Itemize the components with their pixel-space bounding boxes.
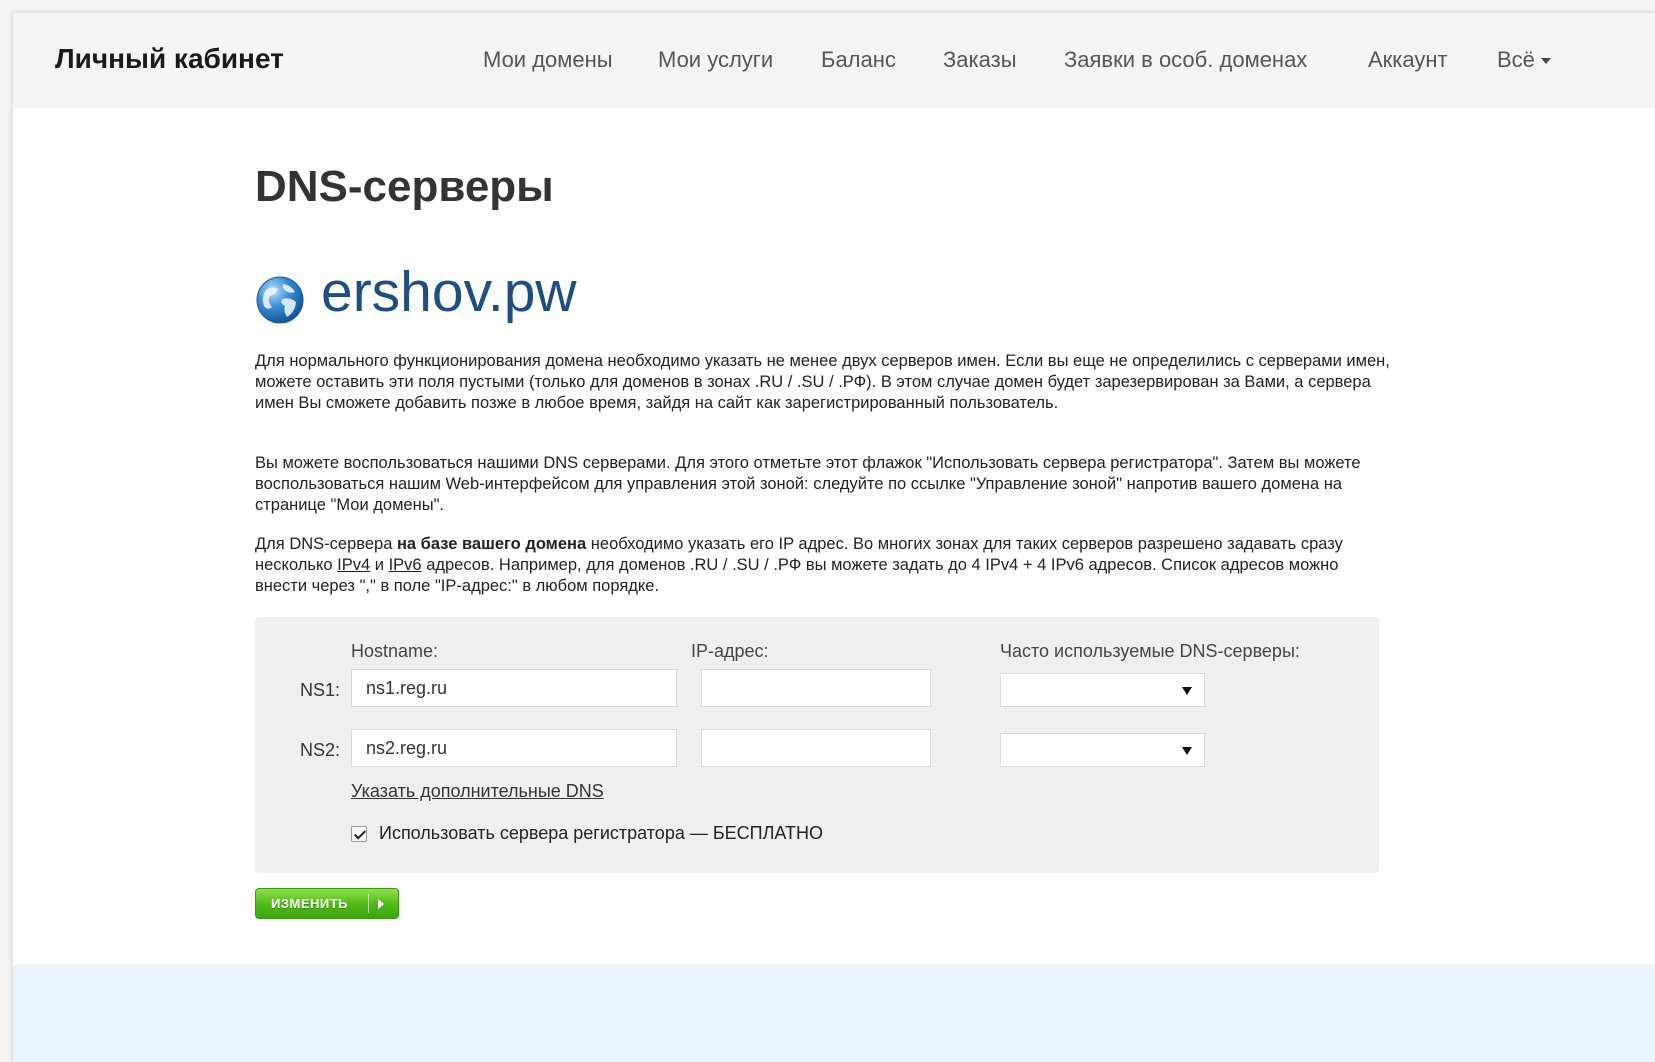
nav-all-label: Всё [1497, 47, 1535, 72]
hostname-column-header: Hostname: [351, 641, 439, 661]
dns-form-panel: Hostname: IP-адрес: Часто используемые D… [255, 617, 1379, 873]
dropdown-arrow-icon [1182, 747, 1192, 755]
p3-text-1: Для DNS-сервера [255, 535, 397, 553]
p3-bold: на базе вашего домена [396, 535, 587, 553]
ns1-label: NS1: [300, 680, 341, 700]
change-submit-button[interactable]: ИЗМЕНИТЬ [255, 888, 399, 919]
ns2-popular-dns-select[interactable] [1000, 733, 1205, 767]
nav-all-dropdown[interactable]: Всё [1497, 47, 1551, 73]
submit-label: ИЗМЕНИТЬ [271, 896, 349, 911]
info-paragraph-3: Для DNS-сервера на базе вашего домена не… [255, 534, 1390, 597]
ipv4-link[interactable]: IPv4 [337, 556, 370, 574]
ns1-popular-dns-select[interactable] [1000, 673, 1205, 707]
p3-and: и [370, 556, 389, 574]
ns1-ip-input[interactable] [701, 669, 931, 707]
ns2-label: NS2: [300, 740, 341, 760]
footer-band [13, 965, 1655, 1062]
ns1-hostname-input[interactable] [351, 669, 677, 707]
ns2-ip-input[interactable] [701, 729, 931, 767]
dropdown-arrow-icon [1182, 687, 1192, 695]
ip-column-header: IP-адрес: [691, 641, 769, 661]
arrow-right-icon [378, 899, 384, 909]
use-registrar-label[interactable]: Использовать сервера регистратора — БЕСП… [379, 823, 823, 844]
ns2-hostname-input[interactable] [351, 729, 677, 767]
ipv6-link[interactable]: IPv6 [389, 556, 422, 574]
add-extra-dns-link[interactable]: Указать дополнительные DNS [351, 781, 604, 802]
brand-title[interactable]: Личный кабинет [55, 43, 284, 75]
globe-icon [256, 276, 304, 324]
caret-down-icon [1540, 58, 1551, 65]
popular-dns-column-header: Часто используемые DNS-серверы: [1000, 641, 1300, 661]
nav-orders[interactable]: Заказы [943, 47, 1017, 73]
nav-my-services[interactable]: Мои услуги [658, 47, 773, 73]
nav-my-domains[interactable]: Мои домены [483, 47, 613, 73]
nav-special-domain-requests[interactable]: Заявки в особ. доменах [1064, 47, 1307, 73]
info-paragraph-2: Вы можете воспользоваться нашими DNS сер… [255, 454, 1361, 514]
button-divider [368, 894, 369, 913]
nav-balance[interactable]: Баланс [821, 47, 896, 73]
nav-account[interactable]: Аккаунт [1368, 47, 1448, 73]
domain-name: ershov.pw [321, 260, 577, 324]
info-paragraph-1: Для нормального функционирования домена … [255, 352, 1390, 412]
page-title: DNS-серверы [255, 162, 554, 211]
use-registrar-checkbox[interactable] [351, 826, 367, 842]
top-header: Личный кабинет Мои домены Мои услуги Бал… [13, 12, 1655, 108]
page-frame: Личный кабинет Мои домены Мои услуги Бал… [13, 12, 1655, 1062]
